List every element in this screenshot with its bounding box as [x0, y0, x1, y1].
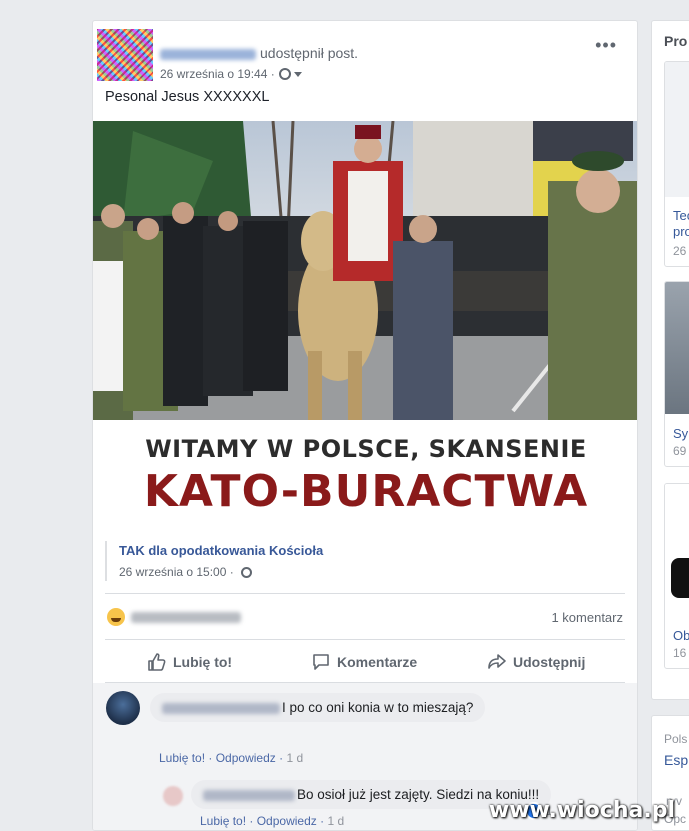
post-header: udostępnił post. 26 września o 19:44 · •… — [97, 29, 627, 81]
share-icon — [488, 654, 506, 669]
sidebar-card[interactable]: Tec pro 26 — [664, 61, 689, 267]
sidebar-card-meta: 69 — [673, 444, 687, 458]
like-button[interactable]: Lubię to! — [147, 652, 232, 672]
comment-like-link[interactable]: Lubię to! — [159, 751, 205, 765]
reply-reply-link[interactable]: Odpowiedz — [257, 814, 317, 828]
reaction-stats: 1 komentarz — [105, 593, 625, 637]
shared-post-title[interactable]: TAK dla opodatkowania Kościoła — [119, 543, 323, 558]
author-line: udostępnił post. — [160, 45, 358, 61]
post-meta: 26 września o 19:44 · — [160, 67, 302, 81]
sidebar-card-link-line2[interactable]: pro — [673, 224, 689, 240]
post-text: Pesonal Jesus XXXXXXL — [105, 89, 270, 105]
comment-button[interactable]: Komentarze — [311, 652, 417, 672]
shared-image[interactable]: WITAMY W POLSCE, SKANSENIE KATO-BURACTWA — [93, 121, 637, 530]
globe-icon[interactable] — [278, 68, 291, 80]
reply-like-link[interactable]: Lubię to! — [200, 814, 246, 828]
photo-illustration — [93, 121, 637, 420]
author-name-blurred[interactable] — [160, 48, 256, 60]
sidebar-card-link[interactable]: Tec — [673, 208, 689, 224]
comment-actions: Lubię to! · Odpowiedz · 1 d — [159, 751, 304, 765]
author-avatar[interactable] — [97, 29, 153, 81]
reply-avatar[interactable] — [163, 786, 183, 806]
reply-time[interactable]: 1 d — [327, 814, 344, 828]
like-label: Lubię to! — [173, 654, 233, 670]
commenter-avatar[interactable] — [106, 691, 140, 725]
chevron-down-icon[interactable] — [293, 72, 302, 77]
post-card: udostępnił post. 26 września o 19:44 · •… — [92, 20, 638, 831]
comment-icon — [313, 654, 329, 670]
sidebar-card-image — [665, 282, 689, 414]
shared-post-meta: 26 września o 15:00 · — [119, 565, 323, 579]
shared-action-text: udostępnił post. — [260, 45, 359, 61]
shared-source: TAK dla opodatkowania Kościoła 26 wrześn… — [105, 541, 323, 581]
shared-post-timestamp[interactable]: 26 września o 15:00 — [119, 565, 226, 579]
image-caption-line1: WITAMY W POLSCE, SKANSENIE — [145, 435, 587, 463]
sidebar-card-image — [665, 62, 689, 197]
post-timestamp[interactable]: 26 września o 19:44 — [160, 67, 267, 81]
sidebar-card-link[interactable]: Ob — [673, 628, 689, 644]
thumbs-up-icon — [148, 653, 166, 671]
comment-text: I po co oni konia w to mieszają? — [282, 700, 474, 715]
reactor-name-blurred[interactable] — [131, 612, 241, 623]
share-label: Udostępnij — [513, 654, 586, 670]
sidebar-card-graphic — [671, 558, 689, 598]
reply-actions: Lubię to! · Odpowiedz · 1 d — [200, 814, 345, 828]
comment-reply-link[interactable]: Odpowiedz — [216, 751, 276, 765]
sidebar-title: Pro — [664, 33, 688, 49]
sidebar-card-link[interactable]: Sy — [673, 426, 688, 442]
commenter-name-blurred[interactable] — [162, 702, 280, 714]
post-actions: Lubię to! Komentarze Udostępnij — [105, 639, 625, 683]
sidebar-card[interactable]: Sy 69 — [664, 281, 689, 467]
image-caption-line2: KATO-BURACTWA — [143, 466, 589, 517]
sidebar-card[interactable]: Ob 16 — [664, 483, 689, 669]
comment-time[interactable]: 1 d — [286, 751, 303, 765]
procession-photo — [93, 121, 637, 420]
post-menu-button[interactable]: ••• — [595, 36, 617, 54]
sidebar-card-meta: 16 — [673, 646, 687, 660]
share-button[interactable]: Udostępnij — [487, 652, 585, 672]
comment-label: Komentarze — [337, 654, 418, 670]
sidebar-card-image — [665, 484, 689, 616]
footer-link[interactable]: Esp — [664, 752, 688, 768]
footer-text: Pols — [664, 732, 688, 746]
site-watermark: www.wiocha.pl — [488, 798, 675, 823]
comment-count-link[interactable]: 1 komentarz — [551, 610, 623, 625]
comment-bubble: I po co oni konia w to mieszają? — [150, 693, 486, 722]
haha-reaction-icon[interactable] — [107, 608, 125, 626]
globe-icon[interactable] — [241, 567, 253, 578]
sidebar-suggestions: Pro Tec pro 26 Sy 69 Ob 16 — [651, 20, 689, 700]
reply-author-blurred[interactable] — [203, 789, 295, 801]
sidebar-card-meta: 26 — [673, 244, 687, 258]
